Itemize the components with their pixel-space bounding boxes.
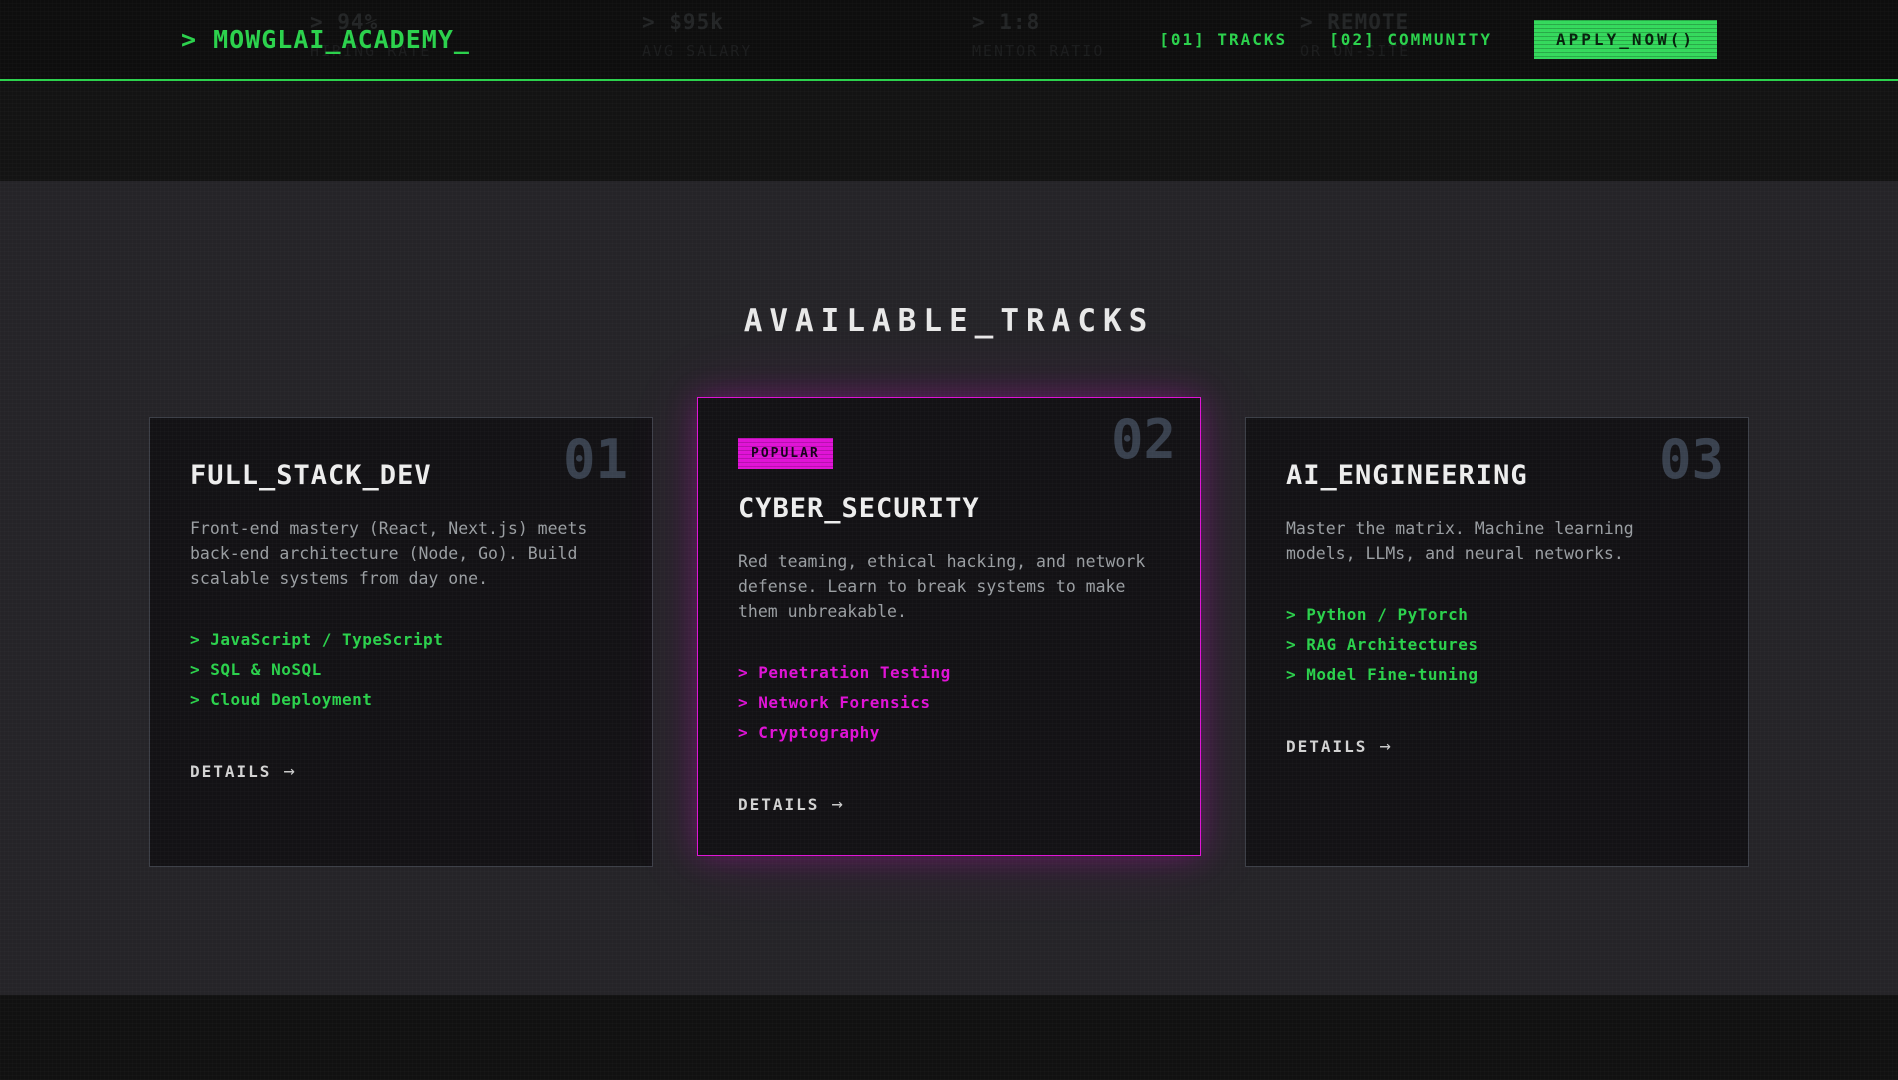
topic-item: > Penetration Testing: [738, 664, 1160, 681]
available-tracks-section: AVAILABLE_TRACKS 01 FULL_STACK_DEV Front…: [0, 181, 1898, 995]
details-link[interactable]: DETAILS →: [190, 760, 297, 782]
details-link[interactable]: DETAILS →: [738, 793, 845, 815]
card-number: 01: [563, 428, 628, 493]
topic-item: > Network Forensics: [738, 694, 1160, 711]
card-title: FULL_STACK_DEV: [190, 458, 612, 494]
site-header: > MOWGLAI_ACADEMY_ [01] TRACKS [02] COMM…: [0, 0, 1898, 81]
track-card-ai-engineering: 03 AI_ENGINEERING Master the matrix. Mac…: [1245, 417, 1749, 867]
mowglai-academy-page: > 94% HIRING RATE > $95k AVG SALARY > 1:…: [0, 0, 1898, 1080]
arrow-right-icon: →: [283, 760, 296, 782]
track-card-cyber-security: 02 POPULAR CYBER_SECURITY Red teaming, e…: [697, 397, 1201, 856]
header-container: > MOWGLAI_ACADEMY_ [01] TRACKS [02] COMM…: [181, 0, 1717, 79]
header-nav: [01] TRACKS [02] COMMUNITY APPLY_NOW(): [1159, 20, 1717, 59]
details-label: DETAILS: [738, 795, 819, 814]
track-card-full-stack-dev: 01 FULL_STACK_DEV Front-end mastery (Rea…: [149, 417, 653, 867]
card-description: Master the matrix. Machine learning mode…: [1286, 516, 1708, 566]
arrow-right-icon: →: [831, 793, 844, 815]
nav-link-tracks[interactable]: [01] TRACKS: [1159, 30, 1287, 49]
card-topic-list: > JavaScript / TypeScript > SQL & NoSQL …: [190, 631, 612, 708]
nav-link-community[interactable]: [02] COMMUNITY: [1329, 30, 1492, 49]
card-description: Red teaming, ethical hacking, and networ…: [738, 549, 1160, 624]
details-label: DETAILS: [190, 762, 271, 781]
topic-item: > RAG Architectures: [1286, 636, 1708, 653]
card-number: 03: [1659, 428, 1724, 493]
topic-item: > SQL & NoSQL: [190, 661, 612, 678]
card-topic-list: > Python / PyTorch > RAG Architectures >…: [1286, 606, 1708, 683]
topic-item: > Cryptography: [738, 724, 1160, 741]
card-number: 02: [1111, 408, 1176, 473]
card-title: AI_ENGINEERING: [1286, 458, 1708, 494]
section-title: AVAILABLE_TRACKS: [0, 303, 1898, 339]
topic-item: > JavaScript / TypeScript: [190, 631, 612, 648]
topic-item: > Cloud Deployment: [190, 691, 612, 708]
details-label: DETAILS: [1286, 737, 1367, 756]
footer-band: [0, 995, 1898, 1080]
card-title: CYBER_SECURITY: [738, 491, 1160, 527]
details-link[interactable]: DETAILS →: [1286, 735, 1393, 757]
card-topic-list: > Penetration Testing > Network Forensic…: [738, 664, 1160, 741]
arrow-right-icon: →: [1379, 735, 1392, 757]
card-description: Front-end mastery (React, Next.js) meets…: [190, 516, 612, 591]
logo[interactable]: > MOWGLAI_ACADEMY_: [181, 25, 470, 54]
topic-item: > Python / PyTorch: [1286, 606, 1708, 623]
apply-now-button[interactable]: APPLY_NOW(): [1534, 20, 1717, 59]
track-cards: 01 FULL_STACK_DEV Front-end mastery (Rea…: [149, 417, 1749, 876]
popular-badge: POPULAR: [738, 438, 833, 469]
topic-item: > Model Fine-tuning: [1286, 666, 1708, 683]
